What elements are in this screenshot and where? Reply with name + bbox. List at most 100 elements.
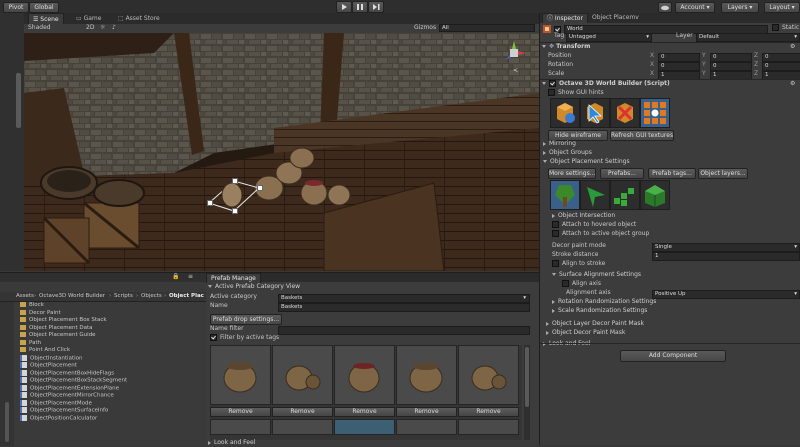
guide-handle-3[interactable] bbox=[257, 185, 263, 191]
prefab-cell[interactable] bbox=[396, 419, 457, 435]
decor-paint-mask-section[interactable]: Object Decor Paint Mask bbox=[546, 329, 625, 337]
prefab-cell[interactable] bbox=[210, 345, 271, 405]
lighting-toggle[interactable]: ☼ bbox=[100, 24, 105, 32]
rotation-z-field[interactable]: 0 bbox=[762, 62, 800, 71]
layer-dropdown[interactable]: Default ▾ bbox=[696, 33, 800, 42]
tag-dropdown[interactable]: Untagged ▾ bbox=[566, 33, 652, 42]
alignment-axis-dropdown[interactable]: Positive Up ▾ bbox=[652, 290, 800, 299]
play-button[interactable] bbox=[336, 1, 352, 13]
list-item[interactable]: ObjectPlacementMirrorChance bbox=[20, 392, 114, 400]
list-item[interactable]: Object Placement Guide bbox=[20, 332, 96, 339]
scene-viewport[interactable]: < bbox=[24, 33, 539, 271]
attach-hovered-checkbox[interactable]: Attach to hovered object bbox=[552, 221, 636, 229]
list-item[interactable]: Object Placement Data bbox=[20, 324, 93, 332]
active-category-dropdown[interactable]: Baskets ▾ bbox=[278, 294, 530, 303]
list-item[interactable]: Object Placement Box Stack bbox=[20, 317, 107, 324]
tab-game[interactable]: ▭ Game bbox=[72, 13, 105, 24]
more-settings-button[interactable]: More settings... bbox=[548, 168, 596, 179]
list-item[interactable]: ObjectPositionCalculator bbox=[20, 414, 97, 423]
selection-mode-button[interactable] bbox=[580, 98, 610, 128]
list-item[interactable]: Point And Click bbox=[20, 347, 70, 354]
prefab-cell[interactable] bbox=[396, 345, 457, 405]
prefab-drop-settings-button[interactable]: Prefab drop settings... bbox=[210, 314, 282, 325]
shading-mode-dropdown[interactable]: Shaded bbox=[28, 24, 51, 32]
prefab-look-and-feel[interactable]: Look and Feel bbox=[208, 439, 255, 447]
path-mode-button[interactable] bbox=[610, 180, 640, 210]
prefab-cell[interactable] bbox=[272, 419, 333, 435]
list-item[interactable]: Decor Paint bbox=[20, 309, 61, 317]
point-and-click-mode-button[interactable] bbox=[580, 180, 610, 210]
decor-paint-mode-dropdown[interactable]: Single ▾ bbox=[652, 243, 800, 252]
list-item[interactable]: ObjectPlacementSurfaceInfo bbox=[20, 407, 108, 415]
prefab-tags-button[interactable]: Prefab tags... bbox=[648, 168, 696, 179]
prefab-view-header[interactable]: Active Prefab Category View bbox=[208, 283, 300, 291]
stroke-distance-field[interactable]: 1 bbox=[652, 252, 800, 261]
remove-button[interactable]: Remove bbox=[334, 407, 395, 417]
name-filter-input[interactable] bbox=[278, 326, 530, 335]
script-enabled-checkbox[interactable] bbox=[549, 80, 556, 87]
filter-by-tags-checkbox[interactable]: Filter by active tags bbox=[210, 334, 279, 342]
object-layers-button[interactable]: Object layers... bbox=[698, 168, 748, 179]
breadcrumb-0[interactable]: Assets bbox=[16, 292, 34, 300]
list-item[interactable]: ObjectPlacementMode bbox=[20, 399, 92, 408]
static-toggle[interactable]: Static bbox=[772, 24, 799, 32]
panel-menu-icon[interactable]: ≡ bbox=[188, 273, 193, 281]
placement-mode-button[interactable] bbox=[550, 98, 580, 128]
rotation-y-field[interactable]: 0 bbox=[710, 62, 752, 71]
remove-button[interactable]: Remove bbox=[396, 407, 457, 417]
breadcrumb-2[interactable]: Scripts bbox=[114, 292, 133, 300]
placement-settings-section[interactable]: Object Placement Settings bbox=[543, 158, 630, 166]
audio-toggle[interactable]: ♪ bbox=[112, 24, 116, 32]
lock-icon[interactable]: 🔒 bbox=[172, 273, 179, 281]
guide-handle-1[interactable] bbox=[207, 200, 213, 206]
scene-search-input[interactable]: All bbox=[439, 24, 535, 32]
tab-object-placement[interactable]: Object Placemv bbox=[588, 13, 643, 23]
tab-asset-store[interactable]: ⬚ Asset Store bbox=[114, 13, 164, 24]
list-item[interactable]: ObjectInstantiation bbox=[20, 354, 83, 363]
refresh-gui-textures-button[interactable]: Refresh GUI textures bbox=[610, 130, 674, 141]
decor-paint-mode-button[interactable] bbox=[550, 180, 580, 210]
gizmo-persp-label[interactable]: < bbox=[513, 67, 518, 75]
prefab-cell[interactable] bbox=[458, 345, 519, 405]
remove-button[interactable]: Remove bbox=[210, 407, 271, 417]
scale-randomization-section[interactable]: Scale Randomization Settings bbox=[552, 307, 647, 315]
pivot-button[interactable]: Pivot bbox=[3, 2, 29, 13]
category-name-field[interactable]: Baskets bbox=[278, 303, 530, 312]
prefab-cell[interactable] bbox=[272, 345, 333, 405]
gizmos-dropdown[interactable]: Gizmos bbox=[414, 24, 436, 32]
breadcrumb-1[interactable]: Octave3D World Builder bbox=[39, 292, 105, 300]
pause-button[interactable] bbox=[352, 1, 368, 13]
prefab-grid-scrollbar[interactable] bbox=[524, 345, 530, 440]
mirroring-section[interactable]: Mirroring bbox=[543, 140, 576, 148]
breadcrumb-3[interactable]: Objects bbox=[141, 292, 162, 300]
guide-handle-2[interactable] bbox=[232, 178, 238, 184]
prefab-cell[interactable] bbox=[334, 345, 395, 405]
snap-settings-button[interactable] bbox=[640, 98, 670, 128]
script-settings-icon[interactable]: ⚙ bbox=[790, 80, 795, 88]
list-item[interactable]: ObjectPlacementBoxHideFlags bbox=[20, 369, 114, 378]
guide-handle-4[interactable] bbox=[232, 208, 238, 214]
hierarchy-scrollbar[interactable] bbox=[16, 73, 21, 128]
list-item[interactable]: ObjectPlacementExtensionPlane bbox=[20, 384, 119, 393]
attach-active-group-checkbox[interactable]: Attach to active object group bbox=[552, 230, 649, 238]
layer-decor-paint-mask-section[interactable]: Object Layer Decor Paint Mask bbox=[546, 320, 644, 328]
account-dropdown[interactable]: Account ▾ bbox=[675, 2, 715, 13]
cloud-button[interactable] bbox=[658, 2, 672, 13]
step-button[interactable] bbox=[368, 1, 384, 13]
script-header[interactable]: Octave 3D World Builder (Script) bbox=[542, 80, 670, 88]
list-item[interactable]: Block bbox=[20, 302, 44, 309]
prefab-cell[interactable] bbox=[210, 419, 271, 435]
align-axis-checkbox[interactable]: Align axis bbox=[562, 280, 601, 288]
prefab-cell-selected[interactable] bbox=[334, 419, 395, 435]
position-x-field[interactable]: 0 bbox=[658, 53, 700, 62]
list-item[interactable]: Path bbox=[20, 339, 41, 347]
prefab-cell[interactable] bbox=[458, 419, 519, 435]
remove-button[interactable]: Remove bbox=[458, 407, 519, 417]
scrollbar-thumb[interactable] bbox=[525, 347, 529, 407]
look-and-feel-section[interactable]: Look and Feel bbox=[543, 340, 590, 348]
remove-button[interactable]: Remove bbox=[272, 407, 333, 417]
add-component-button[interactable]: Add Component bbox=[620, 350, 726, 362]
mode-2d-toggle[interactable]: 2D bbox=[86, 24, 94, 32]
list-item[interactable]: ObjectPlacementBoxStackSegment bbox=[20, 377, 127, 385]
tab-prefab-manager[interactable]: Prefab Manage bbox=[206, 273, 261, 283]
